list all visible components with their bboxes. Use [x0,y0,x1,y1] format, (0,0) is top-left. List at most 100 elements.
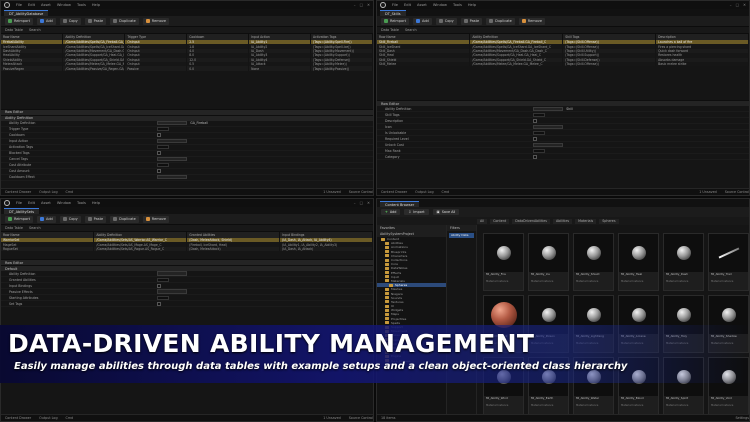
menu-tools[interactable]: Tools [77,201,86,205]
duplicate-button[interactable]: Duplicate [110,17,139,25]
menu-tools[interactable]: Tools [453,3,462,7]
unsaved-indicator[interactable]: 1 Unsaved [323,416,340,420]
minimize-icon[interactable]: – [354,3,356,7]
property-checkbox[interactable] [533,154,538,159]
duplicate-button[interactable]: Duplicate [486,17,515,25]
breadcrumb-item[interactable]: Materials [575,218,597,224]
asset-tile[interactable]: MI_Ability_Shield Material Instance [573,233,614,291]
maximize-icon[interactable]: □ [360,201,363,205]
close-icon[interactable]: ✕ [367,201,370,205]
menu-window[interactable]: Window [433,3,447,7]
source-control-button[interactable]: Source Control [725,190,749,194]
minimize-icon[interactable]: – [730,3,732,7]
property-input[interactable] [157,163,170,168]
menu-file[interactable]: File [16,3,22,7]
property-checkbox[interactable] [157,169,162,174]
source-control-button[interactable]: Source Control [349,190,373,194]
property-dropdown[interactable] [157,174,188,180]
paste-button[interactable]: Paste [84,17,107,25]
cmd-input[interactable]: Cmd [66,416,74,420]
asset-tile[interactable]: MI_Ability_Ice Material Instance [528,233,569,291]
duplicate-button[interactable]: Duplicate [110,215,139,223]
content-drawer-button[interactable]: Content Drawer [5,416,31,420]
maximize-icon[interactable]: □ [360,3,363,7]
property-dropdown[interactable] [157,120,188,126]
property-dropdown[interactable] [157,156,188,162]
breadcrumb-item[interactable]: DataDrivenAbilities [512,218,551,224]
tab-content-browser[interactable]: Content Browser [380,201,420,207]
asset-tile[interactable]: MI_Ability_Dash Material Instance [663,233,704,291]
tab-dt-skills[interactable]: DT_Skills [380,10,406,16]
tab-dt-abilitydatabase[interactable]: DT_AbilityDatabase [4,10,49,16]
property-input[interactable] [157,127,170,132]
menu-help[interactable]: Help [92,3,100,7]
copy-button[interactable]: Copy [59,215,81,223]
breadcrumb-item[interactable]: All [477,218,488,224]
output-log-button[interactable]: Output Log [415,190,433,194]
menu-asset[interactable]: Asset [41,3,51,7]
breadcrumb-item[interactable]: Content [490,218,510,224]
property-input[interactable] [157,145,170,150]
menu-file[interactable]: File [16,201,22,205]
property-checkbox[interactable] [157,133,162,138]
asset-tile[interactable]: MI_Ability_Heal Material Instance [618,233,659,291]
reimport-button[interactable]: Reimport [381,17,409,25]
property-input[interactable] [157,277,170,282]
settings-button[interactable]: Settings [735,416,749,420]
paste-button[interactable]: Paste [84,215,107,223]
menu-window[interactable]: Window [57,201,71,205]
property-input[interactable] [533,148,546,153]
add-row-button[interactable]: Add [36,17,56,25]
unsaved-indicator[interactable]: 1 Unsaved [323,190,340,194]
copy-button[interactable]: Copy [435,17,457,25]
menu-file[interactable]: File [392,3,398,7]
search-label[interactable]: Search [29,28,41,32]
menu-edit[interactable]: Edit [28,201,35,205]
menu-window[interactable]: Window [57,3,71,7]
reimport-button[interactable]: Reimport [5,17,33,25]
filters-header[interactable]: Filters [447,225,476,231]
property-dropdown[interactable] [157,138,188,144]
add-button[interactable]: + Add [381,209,401,215]
menu-asset[interactable]: Asset [41,201,51,205]
property-checkbox[interactable] [157,151,162,156]
cmd-input[interactable]: Cmd [442,190,450,194]
close-icon[interactable]: ✕ [743,3,746,7]
property-checkbox[interactable] [157,301,162,306]
asset-tile[interactable]: MI_Ability_Fire Material Instance [483,233,524,291]
paste-button[interactable]: Paste [460,17,483,25]
table-row[interactable]: Skill_Melee/Game/Abilities/Melee/GA_Mele… [377,61,749,67]
property-dropdown[interactable] [157,289,188,294]
add-row-button[interactable]: Add [36,215,56,223]
property-checkbox[interactable] [157,283,162,288]
import-button[interactable]: ⇩ Import [404,209,429,215]
menu-tools[interactable]: Tools [77,3,86,7]
search-label[interactable]: Search [405,28,417,32]
property-input[interactable] [533,112,546,117]
menu-edit[interactable]: Edit [404,3,411,7]
menu-help[interactable]: Help [468,3,476,7]
breadcrumb-item[interactable]: Spheres [599,218,619,224]
menu-edit[interactable]: Edit [28,3,35,7]
table-row[interactable]: PassiveRegen/Game/Abilities/Passive/GA_R… [1,66,373,71]
tab-dt-abilitysets[interactable]: DT_AbilitySets [4,208,40,214]
save-all-button[interactable]: ▣ Save All [432,209,460,215]
table-row[interactable]: RogueSet/Game/Abilities/Sets/AS_Rogue.AS… [1,246,373,252]
remove-button[interactable]: Remove [518,17,546,25]
property-dropdown[interactable] [533,142,564,148]
remove-button[interactable]: Remove [142,215,170,223]
reimport-button[interactable]: Reimport [5,215,33,223]
property-dropdown[interactable] [533,106,564,112]
minimize-icon[interactable]: – [354,201,356,205]
filter-item[interactable]: Ability Data [449,233,474,238]
property-dropdown[interactable] [157,271,188,276]
maximize-icon[interactable]: □ [736,3,739,7]
content-drawer-button[interactable]: Content Drawer [5,190,31,194]
search-label[interactable]: Search [29,226,41,230]
remove-button[interactable]: Remove [142,17,170,25]
menu-asset[interactable]: Asset [417,3,427,7]
breadcrumb-item[interactable]: Abilities [553,218,573,224]
property-input[interactable] [157,295,170,300]
copy-button[interactable]: Copy [59,17,81,25]
close-icon[interactable]: ✕ [367,3,370,7]
